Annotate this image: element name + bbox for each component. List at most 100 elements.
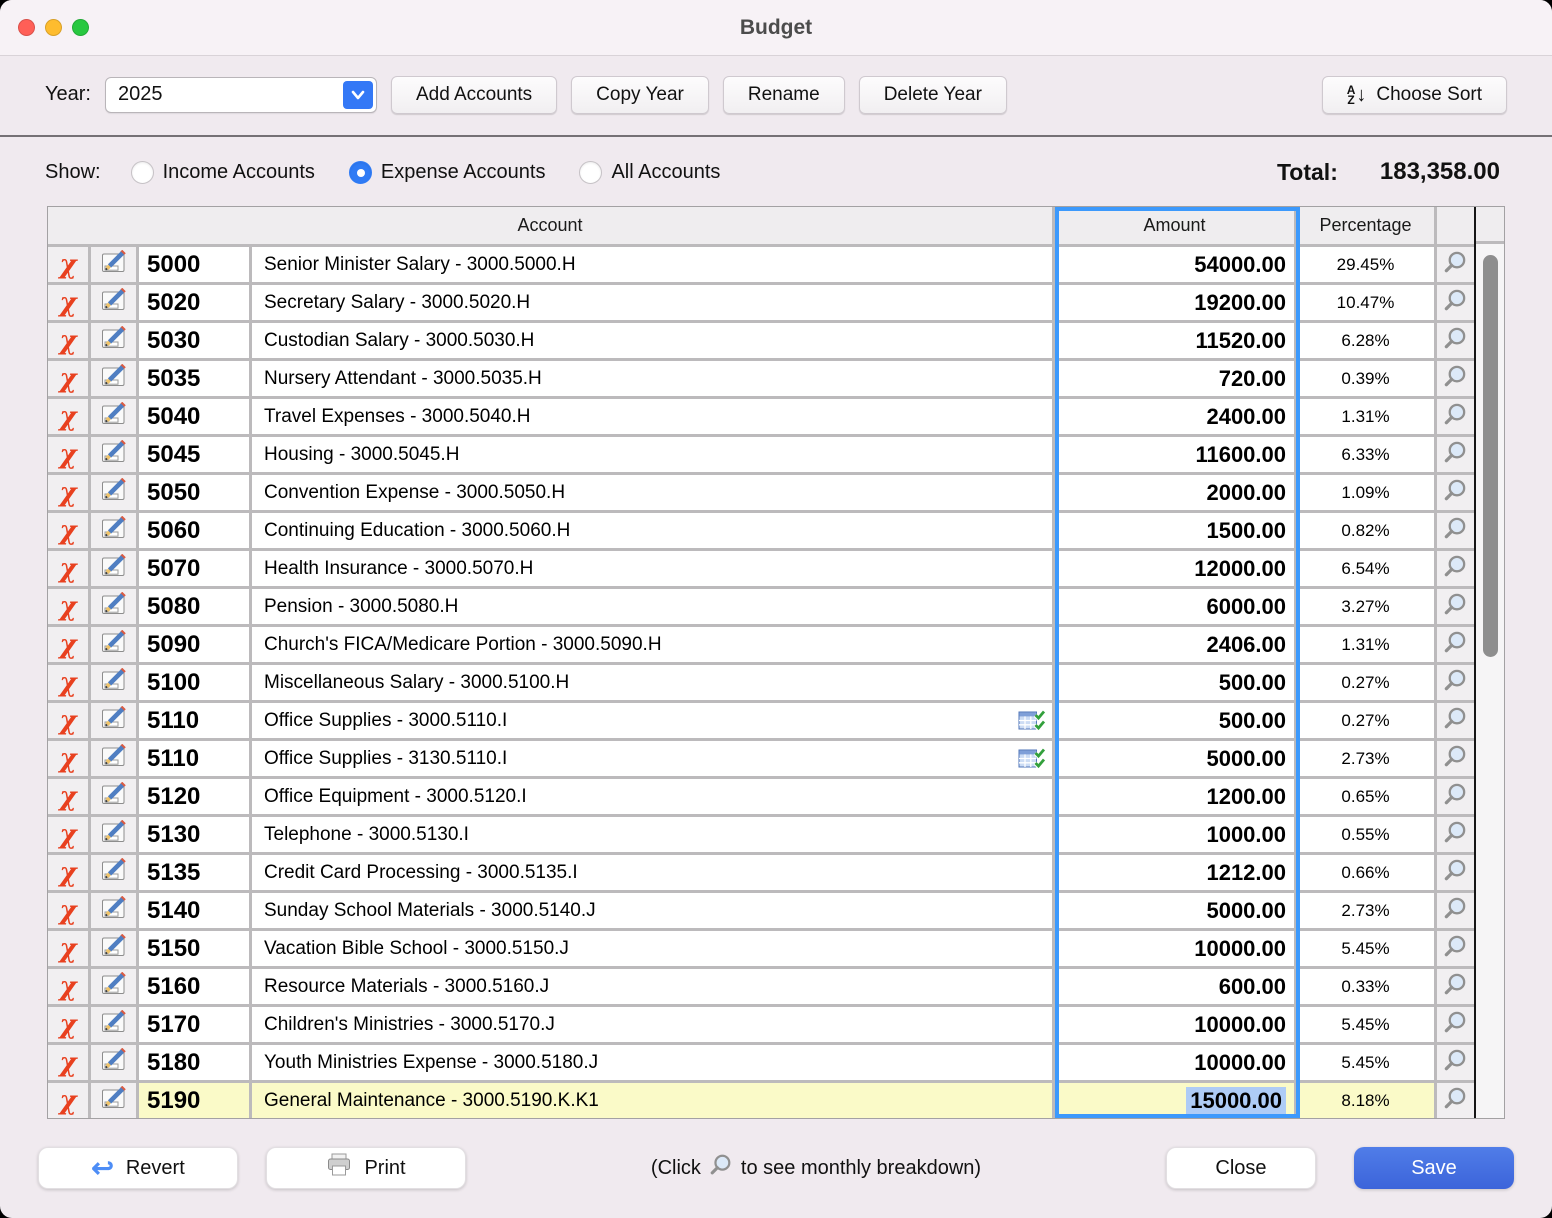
monthly-breakdown-button[interactable]	[1437, 361, 1474, 396]
edit-account-button[interactable]	[91, 551, 136, 586]
delete-account-button[interactable]: χ	[48, 513, 88, 548]
monthly-breakdown-button[interactable]	[1437, 703, 1474, 738]
monthly-breakdown-button[interactable]	[1437, 779, 1474, 814]
delete-account-button[interactable]: χ	[48, 589, 88, 624]
monthly-breakdown-button[interactable]	[1437, 893, 1474, 928]
monthly-breakdown-button[interactable]	[1437, 741, 1474, 776]
edit-account-button[interactable]	[91, 247, 136, 282]
rename-button[interactable]: Rename	[723, 76, 845, 114]
radio-expense-accounts[interactable]: Expense Accounts	[349, 161, 546, 184]
amount-cell[interactable]: 1000.00	[1055, 817, 1294, 852]
add-accounts-button[interactable]: Add Accounts	[391, 76, 557, 114]
delete-account-button[interactable]: χ	[48, 1007, 88, 1042]
edit-account-button[interactable]	[91, 665, 136, 700]
monthly-breakdown-button[interactable]	[1437, 1045, 1474, 1080]
monthly-breakdown-button[interactable]	[1437, 323, 1474, 358]
delete-account-button[interactable]: χ	[48, 1083, 88, 1118]
delete-account-button[interactable]: χ	[48, 931, 88, 966]
delete-account-button[interactable]: χ	[48, 1045, 88, 1080]
edit-account-button[interactable]	[91, 855, 136, 890]
delete-account-button[interactable]: χ	[48, 627, 88, 662]
vertical-scrollbar[interactable]	[1474, 207, 1504, 1118]
delete-account-button[interactable]: χ	[48, 817, 88, 852]
amount-cell[interactable]: 720.00	[1055, 361, 1294, 396]
amount-cell[interactable]: 12000.00	[1055, 551, 1294, 586]
print-button[interactable]: Print	[266, 1147, 466, 1189]
monthly-breakdown-button[interactable]	[1437, 931, 1474, 966]
copy-year-button[interactable]: Copy Year	[571, 76, 709, 114]
delete-account-button[interactable]: χ	[48, 361, 88, 396]
monthly-breakdown-button[interactable]	[1437, 437, 1474, 472]
amount-cell[interactable]: 600.00	[1055, 969, 1294, 1004]
monthly-breakdown-button[interactable]	[1437, 513, 1474, 548]
delete-account-button[interactable]: χ	[48, 779, 88, 814]
radio-income-accounts[interactable]: Income Accounts	[131, 161, 315, 184]
delete-account-button[interactable]: χ	[48, 665, 88, 700]
delete-account-button[interactable]: χ	[48, 855, 88, 890]
edit-account-button[interactable]	[91, 1007, 136, 1042]
scrollbar-thumb[interactable]	[1483, 255, 1498, 657]
amount-cell[interactable]: 10000.00	[1055, 1007, 1294, 1042]
amount-cell[interactable]: 2000.00	[1055, 475, 1294, 510]
amount-cell[interactable]: 54000.00	[1055, 247, 1294, 282]
edit-account-button[interactable]	[91, 969, 136, 1004]
close-button[interactable]: Close	[1166, 1147, 1316, 1189]
delete-account-button[interactable]: χ	[48, 741, 88, 776]
delete-account-button[interactable]: χ	[48, 703, 88, 738]
year-dropdown[interactable]: 2025	[105, 77, 377, 113]
delete-account-button[interactable]: χ	[48, 285, 88, 320]
monthly-breakdown-button[interactable]	[1437, 589, 1474, 624]
revert-button[interactable]: ↩ Revert	[38, 1147, 238, 1189]
save-button[interactable]: Save	[1354, 1147, 1514, 1189]
edit-account-button[interactable]	[91, 285, 136, 320]
account-column-header[interactable]: Account	[48, 207, 1052, 244]
edit-account-button[interactable]	[91, 627, 136, 662]
zoom-window-button[interactable]	[72, 19, 89, 36]
edit-account-button[interactable]	[91, 399, 136, 434]
percentage-column-header[interactable]: Percentage	[1297, 207, 1434, 244]
delete-account-button[interactable]: χ	[48, 969, 88, 1004]
edit-account-button[interactable]	[91, 1083, 136, 1118]
edit-account-button[interactable]	[91, 1045, 136, 1080]
monthly-breakdown-button[interactable]	[1437, 551, 1474, 586]
amount-column-header[interactable]: Amount	[1055, 207, 1294, 244]
edit-account-button[interactable]	[91, 513, 136, 548]
delete-account-button[interactable]: χ	[48, 399, 88, 434]
monthly-breakdown-button[interactable]	[1437, 855, 1474, 890]
monthly-breakdown-button[interactable]	[1437, 817, 1474, 852]
amount-cell[interactable]: 11600.00	[1055, 437, 1294, 472]
amount-cell[interactable]: 10000.00	[1055, 1045, 1294, 1080]
monthly-breakdown-button[interactable]	[1437, 399, 1474, 434]
monthly-breakdown-button[interactable]	[1437, 247, 1474, 282]
edit-account-button[interactable]	[91, 475, 136, 510]
amount-cell[interactable]: 2406.00	[1055, 627, 1294, 662]
edit-account-button[interactable]	[91, 817, 136, 852]
monthly-breakdown-button[interactable]	[1437, 475, 1474, 510]
monthly-breakdown-button[interactable]	[1437, 665, 1474, 700]
delete-account-button[interactable]: χ	[48, 893, 88, 928]
amount-cell[interactable]: 6000.00	[1055, 589, 1294, 624]
amount-cell[interactable]: 2400.00	[1055, 399, 1294, 434]
amount-cell[interactable]: 1200.00	[1055, 779, 1294, 814]
delete-account-button[interactable]: χ	[48, 475, 88, 510]
radio-all-accounts[interactable]: All Accounts	[579, 161, 720, 184]
delete-account-button[interactable]: χ	[48, 323, 88, 358]
amount-cell[interactable]: 5000.00	[1055, 893, 1294, 928]
edit-account-button[interactable]	[91, 931, 136, 966]
edit-account-button[interactable]	[91, 437, 136, 472]
delete-account-button[interactable]: χ	[48, 437, 88, 472]
edit-account-button[interactable]	[91, 703, 136, 738]
monthly-breakdown-button[interactable]	[1437, 285, 1474, 320]
amount-cell[interactable]: 1212.00	[1055, 855, 1294, 890]
amount-cell[interactable]: 15000.00	[1055, 1083, 1294, 1118]
edit-account-button[interactable]	[91, 741, 136, 776]
amount-cell[interactable]: 5000.00	[1055, 741, 1294, 776]
edit-account-button[interactable]	[91, 323, 136, 358]
close-window-button[interactable]	[18, 19, 35, 36]
monthly-breakdown-button[interactable]	[1437, 1083, 1474, 1118]
amount-cell[interactable]: 11520.00	[1055, 323, 1294, 358]
edit-account-button[interactable]	[91, 361, 136, 396]
amount-cell[interactable]: 500.00	[1055, 665, 1294, 700]
amount-cell[interactable]: 1500.00	[1055, 513, 1294, 548]
edit-account-button[interactable]	[91, 893, 136, 928]
